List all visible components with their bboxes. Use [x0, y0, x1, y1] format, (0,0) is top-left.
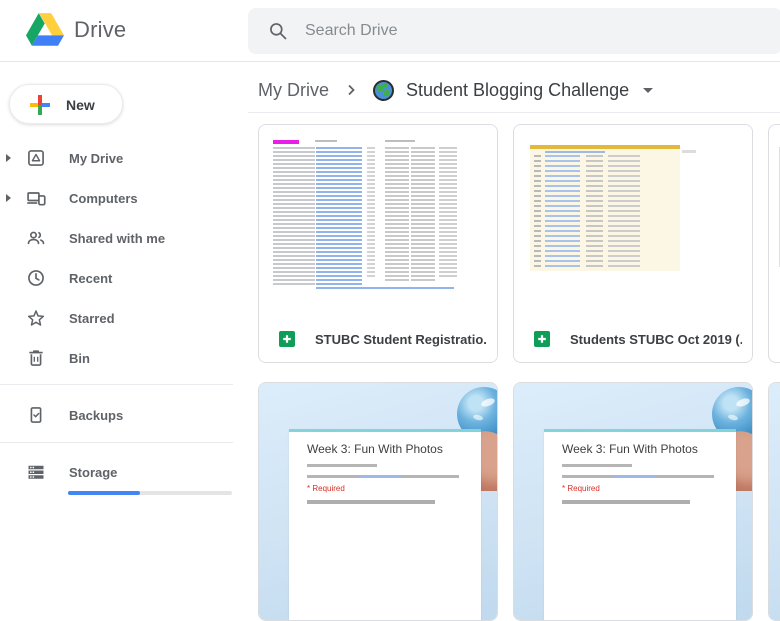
- sidebar-item-label: Recent: [69, 271, 112, 286]
- bin-icon: [26, 348, 46, 368]
- form-text-line: [307, 464, 377, 467]
- form-text-line: [307, 475, 459, 478]
- drive-logo[interactable]: Drive: [26, 13, 126, 46]
- form-required-text: * Required: [562, 484, 600, 493]
- search-bar[interactable]: [248, 8, 780, 54]
- preview-header: [315, 140, 337, 142]
- sidebar-item-storage[interactable]: Storage: [0, 452, 233, 492]
- file-card-stubc-registration[interactable]: STUBC Student Registratio...: [258, 124, 498, 363]
- my-drive-icon: [26, 148, 46, 168]
- preview-rows: [385, 147, 409, 281]
- sidebar-item-recent[interactable]: Recent: [0, 258, 233, 298]
- expand-arrow-icon[interactable]: [6, 194, 11, 202]
- sidebar-item-backups[interactable]: Backups: [0, 395, 233, 435]
- search-icon[interactable]: [268, 21, 288, 41]
- preview-header-yellow: [530, 145, 680, 149]
- form-text-line: [562, 464, 632, 467]
- top-bar: Drive: [0, 0, 780, 62]
- preview-rows: [545, 151, 605, 153]
- form-panel: Week 3: Fun With Photos * Required: [289, 429, 481, 621]
- sidebar-item-label: Storage: [69, 465, 117, 480]
- sidebar-item-label: Bin: [69, 351, 90, 366]
- sidebar-item-label: My Drive: [69, 151, 123, 166]
- sidebar-divider: [0, 442, 233, 443]
- caret-down-icon[interactable]: [643, 88, 653, 93]
- computers-icon: [26, 188, 46, 208]
- preview-rows: [273, 147, 315, 285]
- form-text-line: [562, 475, 714, 478]
- storage-progress-track: [68, 491, 232, 495]
- preview-rows: [316, 147, 362, 285]
- breadcrumb-current-folder[interactable]: Student Blogging Challenge: [406, 80, 629, 101]
- preview-rows: [411, 147, 435, 281]
- sidebar-item-bin[interactable]: Bin: [0, 338, 233, 378]
- form-text-line: [307, 500, 435, 504]
- file-title: STUBC Student Registratio...: [315, 332, 487, 347]
- file-card-footer: STUBC Student Registratio...: [259, 316, 497, 362]
- file-card-partial[interactable]: [768, 124, 780, 363]
- recent-icon: [26, 268, 46, 288]
- sidebar-item-my-drive[interactable]: My Drive: [0, 138, 233, 178]
- form-panel: Week 3: Fun With Photos * Required: [544, 429, 736, 621]
- preview-highlight: [273, 140, 299, 144]
- file-title: Students STUBC Oct 2019 (...: [570, 332, 742, 347]
- expand-arrow-icon[interactable]: [6, 154, 11, 162]
- globe-emoji-icon: [373, 80, 394, 101]
- preview-rows: [439, 147, 457, 277]
- starred-icon: [26, 308, 46, 328]
- preview-rows: [586, 155, 603, 267]
- spreadsheet-preview: [514, 125, 752, 316]
- form-preview: [769, 383, 780, 621]
- app-title: Drive: [74, 17, 126, 43]
- form-preview-title: Week 3: Fun With Photos: [562, 442, 698, 456]
- sidebar: New My Drive Computers Shared with me: [0, 62, 240, 502]
- sidebar-item-label: Backups: [69, 408, 123, 423]
- preview-rows: [534, 155, 541, 267]
- spreadsheet-preview: [769, 125, 780, 316]
- sheets-icon: [534, 331, 550, 347]
- backups-icon: [26, 405, 46, 425]
- new-button[interactable]: New: [9, 84, 123, 124]
- preview-smudge: [682, 150, 696, 153]
- sidebar-divider: [0, 384, 233, 385]
- content-divider: [248, 112, 780, 113]
- preview-rows: [608, 155, 640, 267]
- form-preview: Week 3: Fun With Photos * Required: [514, 383, 752, 621]
- storage-progress-fill: [68, 491, 140, 495]
- shared-icon: [26, 228, 46, 248]
- new-button-label: New: [66, 97, 95, 113]
- chevron-right-icon: [345, 84, 357, 96]
- sidebar-item-label: Shared with me: [69, 231, 165, 246]
- spreadsheet-preview: [259, 125, 497, 316]
- preview-rows: [367, 147, 375, 277]
- storage-icon: [26, 462, 46, 482]
- plus-multicolor-icon: [27, 92, 53, 118]
- file-card-students-oct-2019[interactable]: Students STUBC Oct 2019 (...: [513, 124, 753, 363]
- file-card-footer: Students STUBC Oct 2019 (...: [514, 316, 752, 362]
- sidebar-item-label: Starred: [69, 311, 115, 326]
- preview-rows: [545, 155, 580, 267]
- preview-rows: [316, 287, 454, 289]
- form-required-text: * Required: [307, 484, 345, 493]
- preview-header: [385, 140, 415, 142]
- search-input[interactable]: [305, 8, 705, 54]
- sheets-icon: [279, 331, 295, 347]
- drive-triangle-icon: [26, 13, 64, 46]
- breadcrumb-my-drive[interactable]: My Drive: [258, 80, 329, 101]
- sidebar-item-starred[interactable]: Starred: [0, 298, 233, 338]
- form-text-line: [562, 500, 690, 504]
- sidebar-item-shared-with-me[interactable]: Shared with me: [0, 218, 233, 258]
- sidebar-item-computers[interactable]: Computers: [0, 178, 233, 218]
- sidebar-item-label: Computers: [69, 191, 138, 206]
- form-preview: Week 3: Fun With Photos * Required: [259, 383, 497, 621]
- form-preview-title: Week 3: Fun With Photos: [307, 442, 443, 456]
- breadcrumb: My Drive Student Blogging Challenge: [258, 74, 653, 106]
